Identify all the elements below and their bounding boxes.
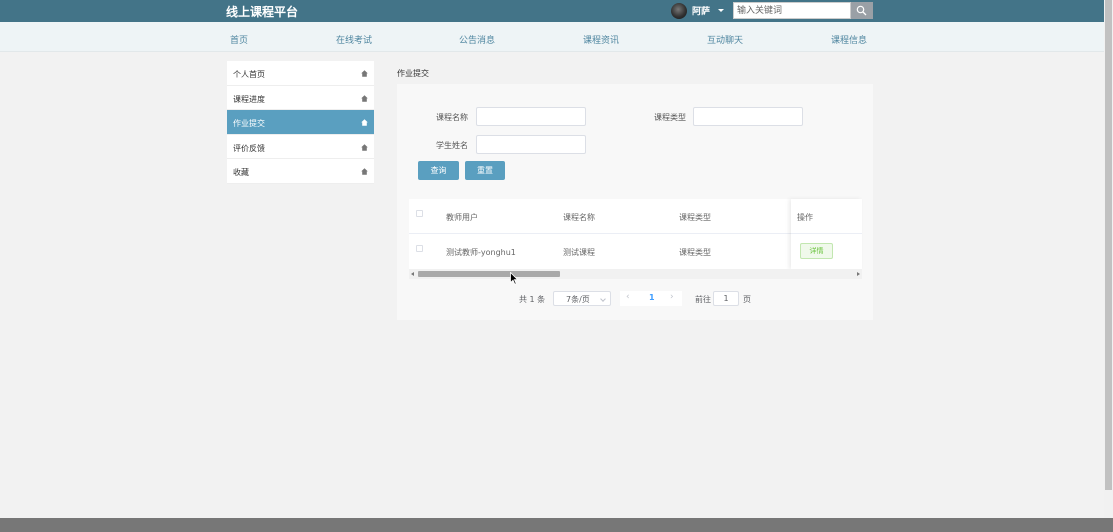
scrollbar-thumb[interactable] <box>418 271 560 277</box>
reset-button[interactable]: 重置 <box>465 161 505 180</box>
homework-table: 教师用户 课程名称 课程类型 测试教师-yonghu1 测试课程 课程类型 操作… <box>409 199 862 269</box>
search-input[interactable] <box>733 2 851 19</box>
sidebar: 个人首页 课程进度 作业提交 评价反馈 收藏 <box>227 61 374 184</box>
column-header-course-name: 课程名称 <box>563 213 595 222</box>
sidebar-item-feedback[interactable]: 评价反馈 <box>227 135 374 160</box>
pagination-total: 共 1 条 <box>519 295 546 304</box>
page-number-current[interactable]: 1 <box>649 293 655 302</box>
home-icon <box>361 119 368 126</box>
column-header-teacher: 教师用户 <box>446 213 478 222</box>
page-size-select[interactable]: 7条/页 <box>553 291 611 306</box>
sidebar-item-personal-home[interactable]: 个人首页 <box>227 61 374 86</box>
cell-teacher: 测试教师-yonghu1 <box>446 248 516 257</box>
goto-page-input[interactable]: 1 <box>713 291 739 306</box>
course-name-input[interactable] <box>476 107 586 126</box>
scroll-left-icon[interactable] <box>411 272 414 276</box>
goto-suffix: 页 <box>743 295 751 304</box>
sidebar-item-label: 课程进度 <box>233 94 265 104</box>
sidebar-item-course-progress[interactable]: 课程进度 <box>227 86 374 111</box>
pager: ‹ 1 › <box>620 291 682 306</box>
search-icon <box>856 5 867 16</box>
footer-bar <box>0 518 1113 532</box>
select-all-checkbox[interactable] <box>416 210 423 217</box>
row-divider <box>791 233 862 234</box>
chevron-down-icon[interactable] <box>718 9 724 12</box>
table-horizontal-scrollbar[interactable] <box>409 269 862 279</box>
cell-course-type: 课程类型 <box>679 248 711 257</box>
sidebar-item-label: 作业提交 <box>233 119 265 129</box>
nav-course-info[interactable]: 课程信息 <box>831 33 867 46</box>
home-icon <box>361 144 368 151</box>
page-size-value: 7条/页 <box>566 295 590 304</box>
nav-chat[interactable]: 互动聊天 <box>707 33 743 46</box>
mouse-cursor-icon <box>510 272 518 285</box>
sidebar-item-label: 评价反馈 <box>233 143 265 153</box>
username[interactable]: 阿萨 <box>692 4 710 17</box>
actions-column: 操作 详情 <box>791 199 862 269</box>
sidebar-item-homework-submit[interactable]: 作业提交 <box>227 110 374 135</box>
page-vertical-scrollbar[interactable] <box>1104 0 1113 518</box>
scroll-right-icon[interactable] <box>857 272 860 276</box>
chevron-down-icon <box>600 296 606 302</box>
scrollbar-thumb[interactable] <box>1105 0 1112 490</box>
top-bar: 线上课程平台 阿萨 <box>0 0 1104 22</box>
sidebar-item-label: 收藏 <box>233 168 249 178</box>
student-name-label: 学生姓名 <box>436 141 468 150</box>
course-type-input[interactable] <box>693 107 803 126</box>
column-header-course-type: 课程类型 <box>679 213 711 222</box>
home-icon <box>361 168 368 176</box>
goto-prefix: 前往 <box>695 295 711 304</box>
detail-button[interactable]: 详情 <box>800 243 833 259</box>
course-name-label: 课程名称 <box>436 113 468 122</box>
cell-course-name: 测试课程 <box>563 248 595 257</box>
site-brand[interactable]: 线上课程平台 <box>226 3 298 20</box>
sidebar-item-favorites[interactable]: 收藏 <box>227 159 374 184</box>
nav-online-exam[interactable]: 在线考试 <box>336 33 372 46</box>
student-name-input[interactable] <box>476 135 586 154</box>
main-nav: 首页 在线考试 公告消息 课程资讯 互动聊天 课程信息 <box>0 22 1104 52</box>
search-button[interactable] <box>851 2 873 19</box>
column-header-actions: 操作 <box>797 213 813 222</box>
sidebar-item-label: 个人首页 <box>233 70 265 79</box>
page-title: 作业提交 <box>397 69 429 78</box>
row-checkbox[interactable] <box>416 245 423 252</box>
query-button[interactable]: 查询 <box>418 161 459 180</box>
chevron-right-icon[interactable]: › <box>670 292 674 302</box>
course-type-label: 课程类型 <box>654 113 686 122</box>
home-icon <box>361 70 368 77</box>
nav-home[interactable]: 首页 <box>230 33 248 46</box>
chevron-left-icon[interactable]: ‹ <box>626 292 630 302</box>
nav-course-news[interactable]: 课程资讯 <box>583 33 619 46</box>
avatar[interactable] <box>671 3 687 19</box>
nav-announcements[interactable]: 公告消息 <box>459 33 495 46</box>
home-icon <box>361 94 368 102</box>
